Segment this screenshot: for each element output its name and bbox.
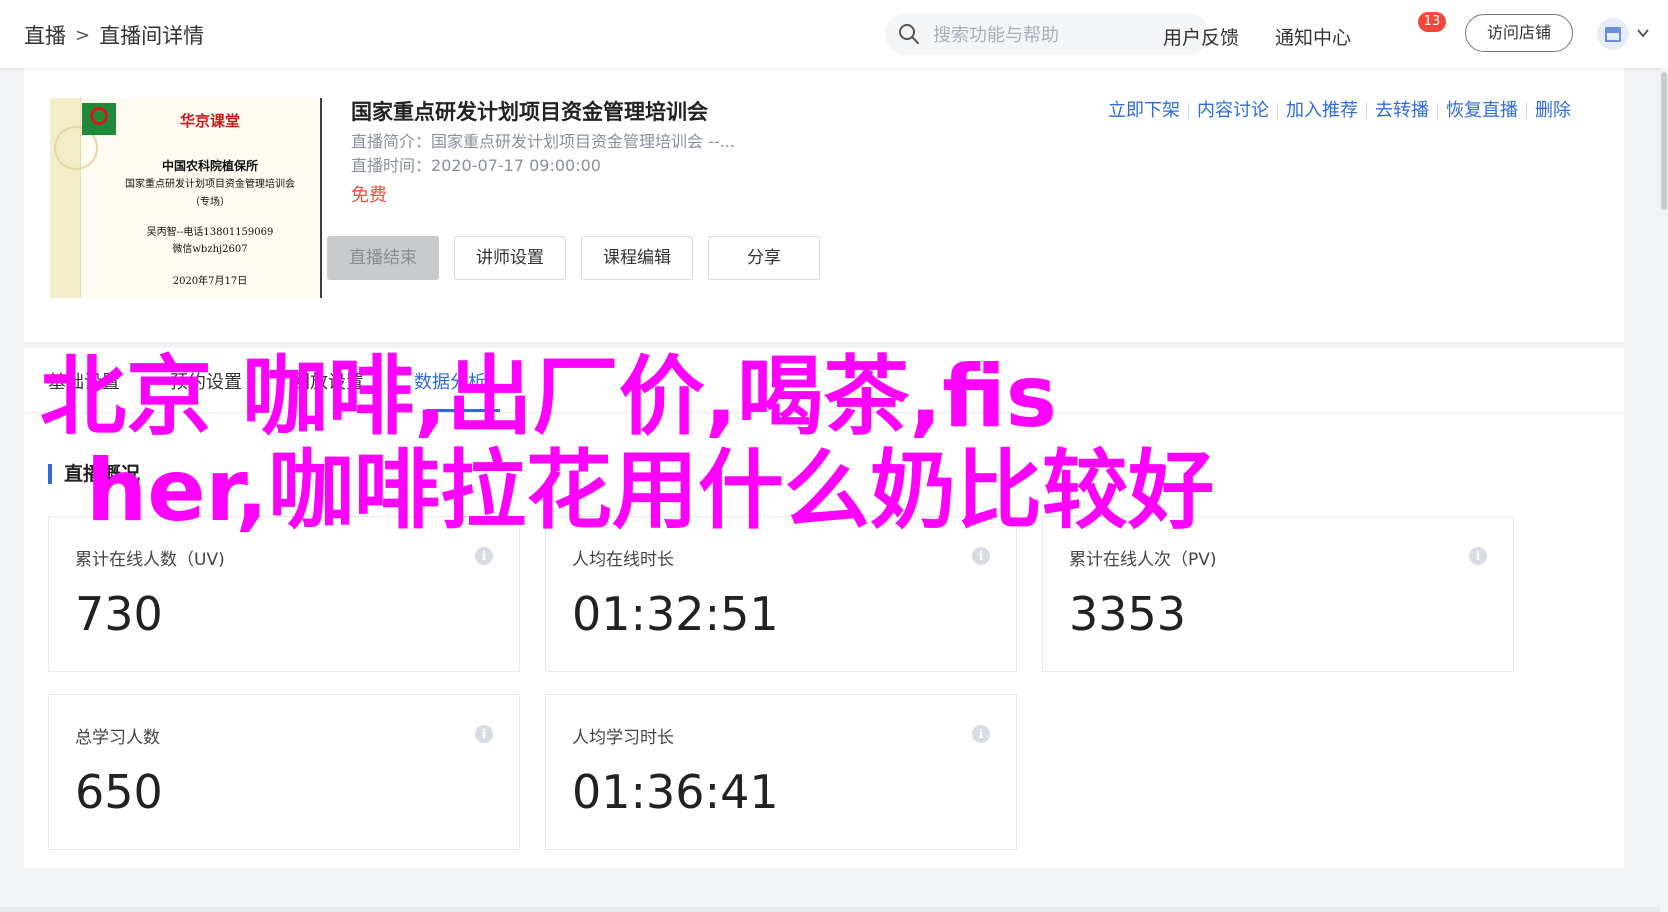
search-box[interactable] bbox=[885, 13, 1209, 55]
info-icon[interactable]: i bbox=[972, 547, 990, 565]
store-icon bbox=[1605, 27, 1621, 42]
delete-link[interactable]: 删除 bbox=[1535, 96, 1571, 122]
poster-decoration bbox=[50, 98, 98, 298]
resume-live-link[interactable]: 恢复直播 bbox=[1446, 96, 1518, 122]
stat-value: 650 bbox=[75, 765, 163, 819]
breadcrumb-live[interactable]: 直播 bbox=[24, 20, 66, 50]
avatar[interactable] bbox=[1597, 18, 1629, 50]
data-analysis-card: 基础设置 预约设置 回放设置 数据分析 直播概况 累计在线人数（UV) i 73… bbox=[24, 348, 1624, 868]
live-intro: 直播简介：国家重点研发计划项目资金管理培训会 --... bbox=[351, 128, 735, 152]
info-icon[interactable]: i bbox=[475, 725, 493, 743]
stat-card-uv: 累计在线人数（UV) i 730 bbox=[48, 516, 520, 672]
operation-links: 立即下架 内容讨论 加入推荐 去转播 恢复直播 删除 bbox=[1108, 96, 1571, 122]
top-bar: 直播 > 直播间详情 用户反馈 通知中心 13 访问店铺 bbox=[0, 0, 1668, 68]
scrollbar[interactable] bbox=[1660, 68, 1668, 912]
feedback-link[interactable]: 用户反馈 bbox=[1163, 23, 1239, 50]
search-icon bbox=[899, 24, 919, 44]
bottom-divider bbox=[0, 907, 1668, 912]
section-title: 直播概况 bbox=[48, 464, 140, 484]
notification-link[interactable]: 通知中心 bbox=[1275, 23, 1351, 50]
stat-label: 人均学习时长 bbox=[572, 728, 674, 748]
stat-value: 01:32:51 bbox=[572, 587, 779, 641]
info-icon[interactable]: i bbox=[972, 725, 990, 743]
poster-course: 国家重点研发计划项目资金管理培训会 bbox=[125, 179, 295, 190]
share-button[interactable]: 分享 bbox=[708, 236, 820, 280]
teacher-settings-button[interactable]: 讲师设置 bbox=[454, 236, 566, 280]
stat-value: 3353 bbox=[1069, 587, 1187, 641]
tab-bar: 基础设置 预约设置 回放设置 数据分析 bbox=[24, 348, 1624, 413]
active-tab-indicator bbox=[426, 409, 500, 412]
live-title: 国家重点研发计划项目资金管理培训会 bbox=[351, 100, 708, 124]
divider bbox=[1366, 103, 1367, 119]
stat-card-avg-online-time: 人均在线时长 i 01:32:51 bbox=[545, 516, 1017, 672]
stat-label: 人均在线时长 bbox=[572, 550, 674, 570]
live-poster-image: 华京课堂 中国农科院植保所 国家重点研发计划项目资金管理培训会 （专场） 吴丙智… bbox=[50, 98, 322, 298]
poster-tag: （专场） bbox=[190, 197, 230, 208]
add-recommend-link[interactable]: 加入推荐 bbox=[1286, 96, 1358, 122]
poster-wechat: 微信wbzhj2607 bbox=[172, 244, 248, 255]
live-ended-button: 直播结束 bbox=[327, 236, 439, 280]
tab-replay-settings[interactable]: 回放设置 bbox=[292, 368, 364, 394]
info-icon[interactable]: i bbox=[475, 547, 493, 565]
intro-value: 国家重点研发计划项目资金管理培训会 --... bbox=[431, 132, 735, 151]
poster-org: 中国农科院植保所 bbox=[161, 159, 258, 173]
info-icon[interactable]: i bbox=[1469, 547, 1487, 565]
intro-label: 直播简介： bbox=[351, 132, 432, 151]
time-label: 直播时间： bbox=[351, 156, 432, 175]
course-edit-button[interactable]: 课程编辑 bbox=[581, 236, 693, 280]
divider bbox=[1526, 103, 1527, 119]
poster-date: 2020年7月17日 bbox=[172, 276, 248, 287]
content-discussion-link[interactable]: 内容讨论 bbox=[1197, 96, 1269, 122]
visit-store-button[interactable]: 访问店铺 bbox=[1465, 14, 1573, 52]
stat-label: 总学习人数 bbox=[75, 728, 160, 748]
divider bbox=[1277, 103, 1278, 119]
rebroadcast-link[interactable]: 去转播 bbox=[1375, 96, 1429, 122]
search-input[interactable] bbox=[931, 20, 1195, 50]
price-label: 免费 bbox=[351, 185, 387, 206]
breadcrumb-separator: > bbox=[75, 24, 91, 46]
stat-value: 01:36:41 bbox=[572, 765, 779, 819]
chevron-down-icon[interactable] bbox=[1636, 26, 1650, 40]
tab-reservation-settings[interactable]: 预约设置 bbox=[170, 368, 242, 394]
stat-card-learners: 总学习人数 i 650 bbox=[48, 694, 520, 850]
tab-data-analysis[interactable]: 数据分析 bbox=[414, 368, 486, 394]
divider bbox=[1437, 103, 1438, 119]
stat-card-pv: 累计在线人次（PV) i 3353 bbox=[1042, 516, 1514, 672]
live-info-card: 华京课堂 中国农科院植保所 国家重点研发计划项目资金管理培训会 （专场） 吴丙智… bbox=[24, 68, 1624, 342]
notification-badge: 13 bbox=[1418, 12, 1446, 32]
breadcrumb: 直播 > 直播间详情 bbox=[24, 20, 204, 50]
stat-card-avg-learning-time: 人均学习时长 i 01:36:41 bbox=[545, 694, 1017, 850]
scrollbar-thumb[interactable] bbox=[1661, 72, 1667, 210]
stat-label: 累计在线人数（UV) bbox=[75, 550, 225, 570]
breadcrumb-current: 直播间详情 bbox=[99, 24, 205, 48]
stat-value: 730 bbox=[75, 587, 163, 641]
poster-brand: 华京课堂 bbox=[179, 112, 240, 130]
divider bbox=[1188, 103, 1189, 119]
time-value: 2020-07-17 09:00:00 bbox=[431, 156, 601, 175]
take-down-link[interactable]: 立即下架 bbox=[1108, 96, 1180, 122]
tab-basic-settings[interactable]: 基础设置 bbox=[48, 368, 120, 394]
stat-label: 累计在线人次（PV) bbox=[1069, 550, 1217, 570]
poster-contact: 吴丙智--电话13801159069 bbox=[146, 227, 274, 238]
live-time: 直播时间：2020-07-17 09:00:00 bbox=[351, 152, 601, 176]
